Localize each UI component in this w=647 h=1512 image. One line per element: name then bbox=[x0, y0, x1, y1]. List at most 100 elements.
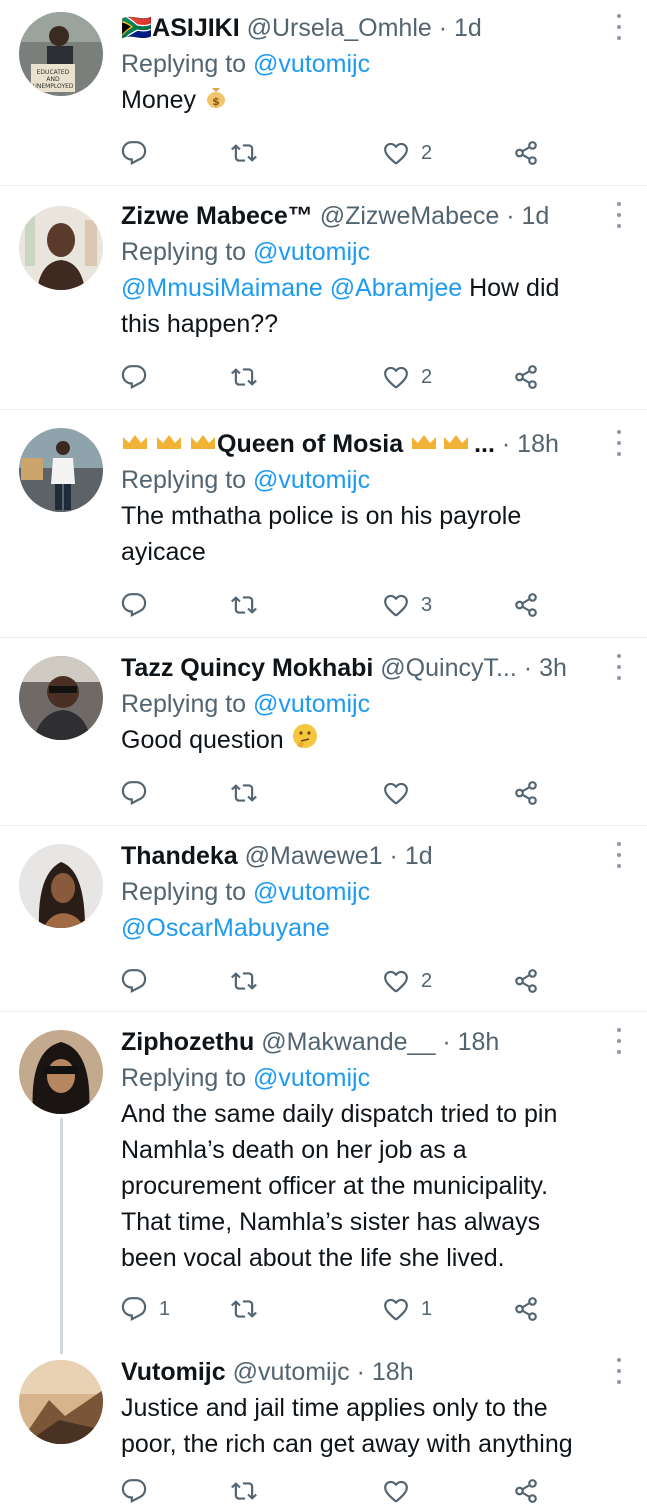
like-button[interactable]: 2 bbox=[383, 138, 432, 168]
retweet-button[interactable] bbox=[231, 1476, 269, 1506]
tweet[interactable]: Zizwe Mabece™ @ZizweMabece · 1d Replying… bbox=[0, 186, 647, 410]
reply-mention-link[interactable]: @vutomijc bbox=[253, 238, 370, 266]
replying-label: Replying to bbox=[121, 466, 247, 494]
like-button[interactable]: 2 bbox=[383, 362, 432, 392]
heart-icon bbox=[383, 968, 409, 994]
reply-mention-link[interactable]: @vutomijc bbox=[253, 466, 370, 494]
more-options-icon[interactable] bbox=[615, 1028, 623, 1054]
retweet-button[interactable] bbox=[231, 590, 269, 620]
share-button[interactable] bbox=[513, 138, 539, 168]
reply-mention-link[interactable]: @vutomijc bbox=[253, 1064, 370, 1092]
share-button[interactable] bbox=[513, 590, 539, 620]
like-button[interactable] bbox=[383, 1476, 421, 1506]
timestamp[interactable]: 1d bbox=[454, 14, 482, 42]
user-handle[interactable]: @Mawewe1 bbox=[245, 842, 383, 870]
timestamp[interactable]: 1d bbox=[405, 842, 433, 870]
user-handle[interactable]: @ZizweMabece bbox=[320, 202, 500, 230]
tweet[interactable]: Thandeka @Mawewe1 · 1d Replying to @vuto… bbox=[0, 826, 647, 1012]
reply-button[interactable] bbox=[121, 1476, 159, 1506]
reply-button[interactable] bbox=[121, 778, 159, 808]
tweet[interactable]: Tazz Quincy Mokhabi @QuincyT... · 3h Rep… bbox=[0, 638, 647, 826]
share-button[interactable] bbox=[513, 778, 539, 808]
timestamp[interactable]: 3h bbox=[539, 654, 567, 682]
tweet[interactable]: Vutomijc @vutomijc · 18h Justice and jai… bbox=[0, 1348, 647, 1512]
share-button[interactable] bbox=[513, 966, 539, 996]
share-icon bbox=[513, 140, 539, 166]
replying-to: Replying to @vutomijc bbox=[121, 686, 603, 722]
share-button[interactable] bbox=[513, 362, 539, 392]
timestamp[interactable]: 18h bbox=[458, 1028, 500, 1056]
more-options-icon[interactable] bbox=[615, 202, 623, 228]
avatar[interactable] bbox=[19, 1360, 103, 1444]
reply-button[interactable] bbox=[121, 362, 159, 392]
more-options-icon[interactable] bbox=[615, 842, 623, 868]
tweet-text: Good question bbox=[121, 722, 603, 760]
reply-icon bbox=[121, 592, 147, 618]
user-handle[interactable]: @Makwande__ bbox=[261, 1028, 435, 1056]
display-name[interactable]: Vutomijc bbox=[121, 1358, 226, 1386]
more-options-icon[interactable] bbox=[615, 1358, 623, 1384]
user-handle[interactable]: @QuincyT... bbox=[380, 654, 517, 682]
tweet-actions bbox=[121, 778, 551, 808]
more-options-icon[interactable] bbox=[615, 430, 623, 456]
reply-mention-link[interactable]: @vutomijc bbox=[253, 878, 370, 906]
replying-to: Replying to @vutomijc bbox=[121, 1060, 603, 1096]
mention-links[interactable]: @MmusiMaimane @Abramjee bbox=[121, 274, 462, 302]
display-name[interactable]: Tazz Quincy Mokhabi bbox=[121, 654, 373, 682]
tweet-text-line: been vocal about the life she lived. bbox=[121, 1244, 505, 1272]
reply-mention-link[interactable]: @vutomijc bbox=[253, 50, 370, 78]
heart-icon bbox=[383, 1296, 409, 1322]
mention-link[interactable]: @OscarMabuyane bbox=[121, 914, 330, 942]
share-button[interactable] bbox=[513, 1476, 539, 1506]
avatar[interactable]: EDUCATED AND UNEMPLOYED bbox=[19, 12, 103, 96]
like-count: 2 bbox=[421, 141, 433, 164]
user-handle[interactable]: @Ursela_Omhle bbox=[247, 14, 432, 42]
tweet[interactable]: EDUCATED AND UNEMPLOYED 🇿🇦ASIJIKI @Ursela_… bbox=[0, 0, 647, 186]
timestamp[interactable]: 18h bbox=[372, 1358, 414, 1386]
share-icon bbox=[513, 1478, 539, 1504]
timestamp[interactable]: 18h bbox=[517, 430, 559, 458]
reply-mention-link[interactable]: @vutomijc bbox=[253, 690, 370, 718]
svg-text:$: $ bbox=[212, 95, 220, 108]
more-options-icon[interactable] bbox=[615, 14, 623, 40]
avatar[interactable] bbox=[19, 656, 103, 740]
retweet-button[interactable] bbox=[231, 1294, 269, 1324]
timestamp[interactable]: 1d bbox=[522, 202, 550, 230]
avatar[interactable] bbox=[19, 206, 103, 290]
tweet[interactable]: Queen of Mosia ... · 18h Replying to @vu… bbox=[0, 410, 647, 638]
display-name[interactable]: Ziphozethu bbox=[121, 1028, 254, 1056]
share-button[interactable] bbox=[513, 1294, 539, 1324]
separator-dot: · bbox=[438, 14, 448, 42]
like-button[interactable]: 3 bbox=[383, 590, 432, 620]
thread-line bbox=[60, 1118, 63, 1354]
like-count: 1 bbox=[421, 1297, 433, 1320]
reply-button[interactable] bbox=[121, 966, 159, 996]
avatar[interactable] bbox=[19, 1030, 103, 1114]
retweet-button[interactable] bbox=[231, 138, 269, 168]
tweet-header: Tazz Quincy Mokhabi @QuincyT... · 3h bbox=[121, 650, 603, 686]
tweet-text-line: this happen?? bbox=[121, 310, 279, 338]
display-name[interactable]: Queen of Mosia bbox=[217, 430, 403, 458]
more-options-icon[interactable] bbox=[615, 654, 623, 680]
like-button[interactable]: 2 bbox=[383, 966, 432, 996]
share-icon bbox=[513, 1296, 539, 1322]
reply-button[interactable] bbox=[121, 590, 159, 620]
avatar[interactable] bbox=[19, 844, 103, 928]
user-handle[interactable]: @vutomijc bbox=[233, 1358, 350, 1386]
retweet-icon bbox=[231, 364, 257, 390]
retweet-button[interactable] bbox=[231, 362, 269, 392]
retweet-button[interactable] bbox=[231, 966, 269, 996]
reply-button[interactable]: 1 bbox=[121, 1294, 170, 1324]
share-icon bbox=[513, 968, 539, 994]
reply-button[interactable] bbox=[121, 138, 159, 168]
like-button[interactable]: 1 bbox=[383, 1294, 432, 1324]
display-name[interactable]: ASIJIKI bbox=[152, 14, 240, 42]
like-button[interactable] bbox=[383, 778, 421, 808]
reply-icon bbox=[121, 1296, 147, 1322]
display-name[interactable]: Zizwe Mabece™ bbox=[121, 202, 313, 230]
avatar[interactable] bbox=[19, 428, 103, 512]
retweet-button[interactable] bbox=[231, 778, 269, 808]
display-name[interactable]: Thandeka bbox=[121, 842, 238, 870]
tweet[interactable]: Ziphozethu @Makwande__ · 18h Replying to… bbox=[0, 1012, 647, 1354]
retweet-icon bbox=[231, 1478, 257, 1504]
